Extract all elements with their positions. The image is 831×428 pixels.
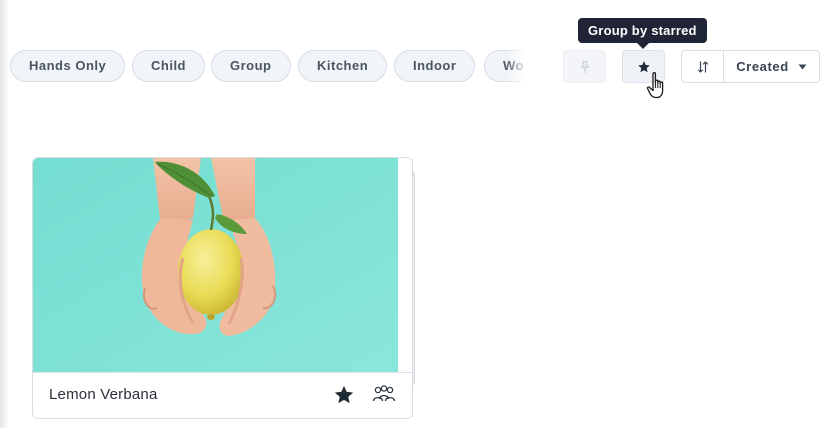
left-edge-shadow <box>0 0 9 428</box>
plant-card[interactable]: Lemon Verbana <box>32 157 413 419</box>
chip-indoor[interactable]: Indoor <box>394 50 476 82</box>
chip-child[interactable]: Child <box>132 50 205 82</box>
sort-by-dropdown[interactable]: Created <box>724 51 819 82</box>
card-title[interactable]: Lemon Verbana <box>49 386 158 403</box>
caret-down-icon <box>798 64 807 69</box>
chip-group[interactable]: Group <box>211 50 291 82</box>
card-image-hands-lemon <box>33 158 398 372</box>
sort-direction-icon <box>697 60 708 73</box>
sort-by-label: Created <box>736 59 789 74</box>
sort-control: Created <box>681 50 820 83</box>
card-footer: Lemon Verbana <box>33 372 412 418</box>
hand-cursor-icon <box>646 72 664 99</box>
chip-hands-only[interactable]: Hands Only <box>10 50 126 82</box>
pin-filter-button[interactable] <box>563 50 606 83</box>
star-icon[interactable] <box>333 384 355 406</box>
filter-chip-row: Hands Only Child Group Kitchen Indoor Wo <box>10 50 525 84</box>
sort-direction-button[interactable] <box>682 51 724 82</box>
tooltip-arrow <box>637 43 649 49</box>
pin-icon <box>580 60 589 73</box>
card-image-edge <box>398 158 412 372</box>
tooltip: Group by starred <box>578 18 707 43</box>
chip-kitchen[interactable]: Kitchen <box>298 50 388 82</box>
group-icon <box>372 385 396 402</box>
